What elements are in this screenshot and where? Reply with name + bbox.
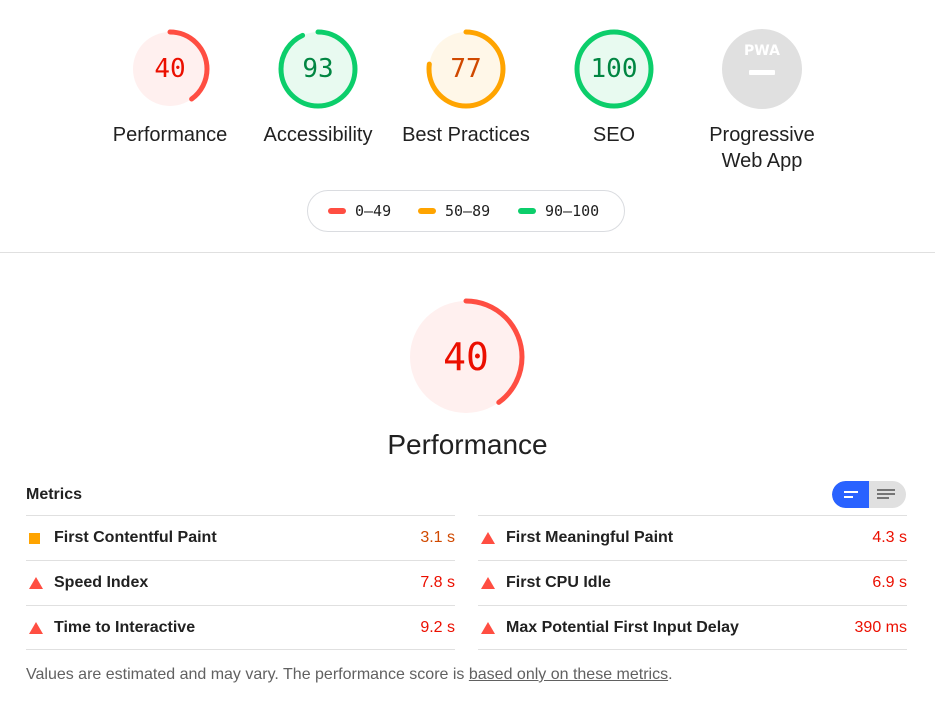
- legend-pass-range: 90–100: [545, 202, 600, 220]
- metric-value: 7.8 s: [420, 574, 455, 591]
- metrics-view-toggle[interactable]: [832, 481, 906, 508]
- legend-item-pass: 90–100: [518, 191, 599, 231]
- fail-triangle-icon: [478, 621, 506, 634]
- fail-triangle-icon: [26, 621, 54, 634]
- gauge-accessibility[interactable]: 93 Accessibility: [244, 28, 392, 148]
- metric-row: First CPU Idle 6.9 s: [478, 560, 907, 605]
- metrics-footnote: Values are estimated and may vary. The p…: [26, 666, 673, 684]
- seo-label: SEO: [592, 124, 636, 146]
- score-legend: 0–49 50–89 90–100: [307, 190, 625, 232]
- performance-label: Performance: [112, 124, 228, 146]
- performance-section-title: Performance: [387, 429, 548, 460]
- gauge-best-practices[interactable]: 77 Best Practices: [392, 28, 540, 148]
- fail-triangle-icon: [478, 532, 506, 544]
- metric-name: Max Potential First Input Delay: [506, 618, 739, 636]
- gauge-seo[interactable]: 100 SEO: [540, 28, 688, 148]
- metric-name: First Meaningful Paint: [506, 529, 674, 546]
- performance-score: 40: [154, 54, 185, 84]
- compact-view-button[interactable]: [832, 481, 869, 508]
- metric-name: First Contentful Paint: [54, 529, 217, 546]
- category-gauges: 40 Performance 93 Accessibility 77 Best …: [0, 0, 935, 252]
- metric-value: 3.1 s: [420, 529, 455, 546]
- best-practices-score: 77: [450, 54, 481, 84]
- accessibility-score: 93: [302, 54, 333, 84]
- metric-name: Speed Index: [54, 574, 149, 591]
- metric-row: First Meaningful Paint 4.3 s: [478, 515, 907, 560]
- fail-triangle-icon: [26, 577, 54, 589]
- legend-fail-range: 0–49: [355, 202, 392, 220]
- performance-main-gauge: 40: [407, 298, 525, 416]
- metric-row: Speed Index 7.8 s: [26, 560, 455, 605]
- footnote-text: Values are estimated and may vary. The p…: [26, 666, 469, 683]
- seo-gauge-ring: 100: [574, 29, 654, 109]
- pwa-badge-icon: PWA: [722, 29, 802, 109]
- pwa-badge-text: PWA: [744, 43, 780, 59]
- average-square-icon: [26, 532, 54, 544]
- footnote-end: .: [668, 666, 673, 683]
- best-practices-gauge-ring: 77: [426, 29, 506, 109]
- performance-gauge-ring: 40: [130, 29, 210, 109]
- legend-pass-swatch: [518, 208, 536, 214]
- metric-value: 390 ms: [854, 618, 907, 636]
- metric-value: 9.2 s: [420, 618, 455, 636]
- metrics-column-right: First Meaningful Paint 4.3 s First CPU I…: [478, 515, 907, 650]
- legend-average-swatch: [418, 208, 436, 214]
- accessibility-label: Accessibility: [263, 124, 373, 146]
- pwa-label: Progressive Web App: [688, 122, 836, 174]
- expanded-view-button[interactable]: [869, 481, 906, 508]
- accessibility-gauge-ring: 93: [278, 29, 358, 109]
- metrics-heading: Metrics: [26, 486, 83, 503]
- gauge-pwa[interactable]: PWA Progressive Web App: [688, 28, 836, 174]
- legend-item-average: 50–89: [418, 191, 490, 231]
- fail-triangle-icon: [478, 577, 506, 589]
- legend-fail-swatch: [328, 208, 346, 214]
- seo-score: 100: [591, 54, 638, 84]
- metric-name: Time to Interactive: [54, 618, 196, 636]
- legend-average-range: 50–89: [445, 202, 491, 220]
- gauge-performance[interactable]: 40 Performance: [96, 28, 244, 148]
- metric-row: Max Potential First Input Delay 390 ms: [478, 605, 907, 650]
- pwa-label-line1: Progressive: [709, 124, 815, 146]
- metric-value: 4.3 s: [872, 529, 907, 546]
- best-practices-label: Best Practices: [402, 124, 530, 146]
- metric-name: First CPU Idle: [506, 574, 611, 591]
- metrics-explanation-link[interactable]: based only on these metrics: [469, 666, 668, 683]
- metrics-column-left: First Contentful Paint 3.1 s Speed Index…: [26, 515, 455, 650]
- metric-row: First Contentful Paint 3.1 s: [26, 515, 455, 560]
- metric-row: Time to Interactive 9.2 s: [26, 605, 455, 650]
- pwa-label-line2: Web App: [721, 150, 803, 172]
- section-divider: [0, 252, 935, 253]
- performance-main-score: 40: [443, 335, 489, 379]
- metric-value: 6.9 s: [872, 574, 907, 591]
- legend-item-fail: 0–49: [328, 191, 391, 231]
